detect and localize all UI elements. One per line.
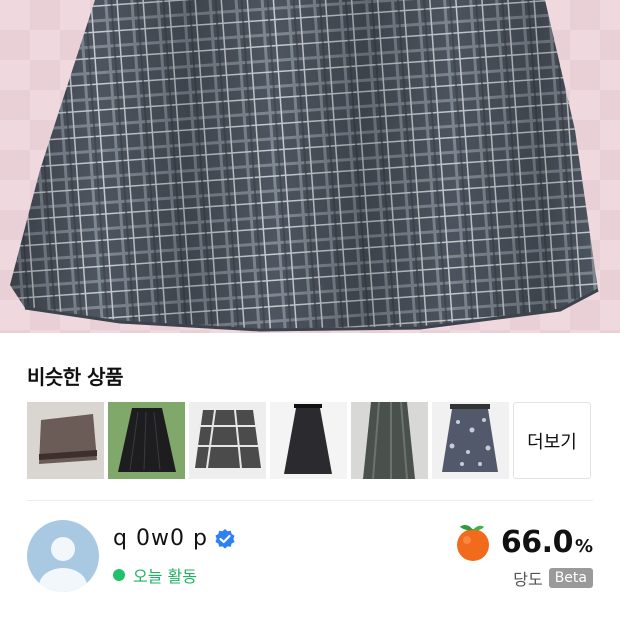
activity-text: 오늘 활동 [133, 567, 197, 586]
score-value: 66.0 [500, 524, 574, 560]
seller-score[interactable]: 66.0 % [451, 520, 593, 564]
score-label-row: 당도 Beta [513, 566, 593, 590]
thumb-patterned-skirt[interactable] [432, 402, 509, 479]
seller-name[interactable]: q 0w0 p [113, 526, 208, 551]
product-photo[interactable] [0, 0, 620, 333]
section-divider [27, 500, 593, 501]
activity-status-dot [113, 569, 125, 581]
seller-avatar[interactable] [27, 520, 99, 592]
orange-fruit-icon [456, 525, 489, 561]
thumb-plaid-skirt[interactable] [189, 402, 266, 479]
seller-name-row[interactable]: q 0w0 p [113, 526, 236, 551]
similar-products-title: 비슷한 상품 [27, 365, 123, 389]
thumb-grey-long-skirt[interactable] [351, 402, 428, 479]
verified-check-icon [215, 528, 235, 549]
more-similar-button[interactable]: 더보기 [513, 402, 591, 479]
beta-badge: Beta [548, 568, 593, 588]
thumb-black-pleated-skirt[interactable] [108, 402, 185, 479]
seller-activity: 오늘 활동 [113, 563, 197, 587]
thumb-black-midi-skirt[interactable] [270, 402, 347, 479]
score-unit: % [574, 535, 593, 557]
default-user-avatar-icon [39, 537, 87, 592]
similar-products-list: 더보기 [27, 402, 591, 479]
score-label: 당도 [513, 570, 543, 589]
thumb-brown-mini-skirt[interactable] [27, 402, 104, 479]
